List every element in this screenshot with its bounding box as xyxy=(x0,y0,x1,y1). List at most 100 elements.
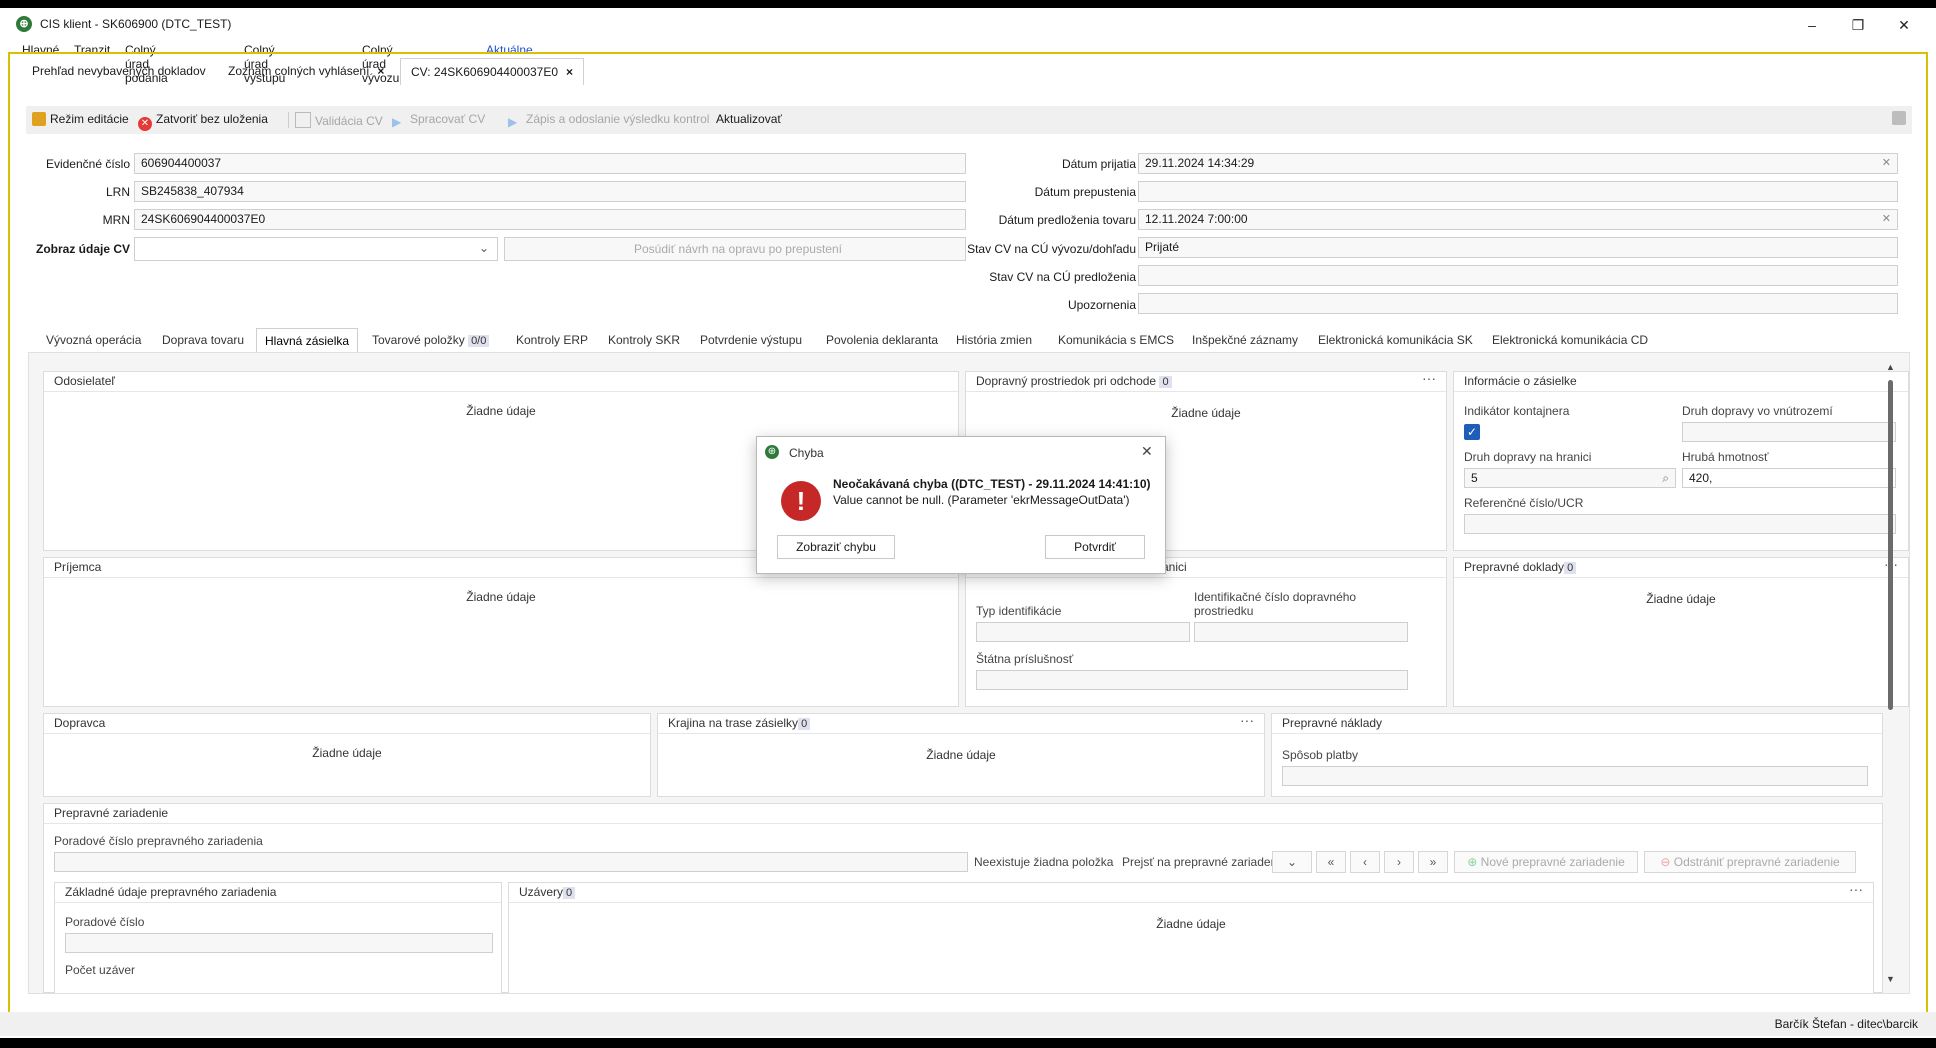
refresh-button[interactable]: Aktualizovať xyxy=(716,112,782,126)
cancel-icon: ✕ xyxy=(138,117,152,131)
tab-kontroly-skr[interactable]: Kontroly SKR xyxy=(600,328,688,352)
scroll-down-icon[interactable]: ▼ xyxy=(1886,974,1895,984)
label: Zápis a odoslanie výsledku kontrol xyxy=(526,112,710,126)
mrn-field[interactable]: 24SK606904400037E0 xyxy=(134,209,966,230)
inland-field[interactable] xyxy=(1682,422,1896,442)
panel-title: Základné údaje prepravného zariadenia xyxy=(55,883,501,903)
border-mode-field[interactable]: 5 ⌕ xyxy=(1464,468,1676,488)
process-button[interactable]: ▶ Spracovať CV xyxy=(392,112,485,129)
tab-elektronicka-komunikacia-cd[interactable]: Elektronická komunikácia CD xyxy=(1484,328,1656,352)
user-info: Barčík Štefan - ditec\barcik xyxy=(1774,1017,1918,1031)
count-badge: 0 xyxy=(1159,376,1172,388)
window-title: CIS klient - SK606900 (DTC_TEST) xyxy=(40,17,232,31)
transport-id-field[interactable] xyxy=(1194,622,1408,642)
presentation-field[interactable]: 12.11.2024 7:00:00 ✕ xyxy=(1138,209,1898,230)
more-icon[interactable]: ··· xyxy=(1849,880,1863,899)
maximize-button[interactable]: ❐ xyxy=(1838,12,1878,38)
close-no-save-button[interactable]: ✕ Zatvoriť bez uloženia xyxy=(138,112,268,131)
empty-text: Žiadne údaje xyxy=(466,404,536,418)
release-field[interactable] xyxy=(1138,181,1898,202)
write-send-button[interactable]: ▶ Zápis a odoslanie výsledku kontrol xyxy=(508,112,709,129)
dialog-close-icon[interactable]: ✕ xyxy=(1141,443,1153,460)
receiver-panel: Príjemca Žiadne údaje xyxy=(43,557,959,707)
lrn-field[interactable]: SB245838_407934 xyxy=(134,181,966,202)
status-pres-field[interactable] xyxy=(1138,265,1898,286)
tab-povolenia-deklaranta[interactable]: Povolenia deklaranta xyxy=(818,328,946,352)
carrier-panel: Dopravca Žiadne údaje xyxy=(43,713,651,797)
evid-field[interactable]: 606904400037 xyxy=(134,153,966,174)
more-icon[interactable]: ··· xyxy=(1422,369,1436,388)
remove-equipment-button[interactable]: ⊖ Odstrániť prepravné zariadenie xyxy=(1644,851,1856,873)
show-error-button[interactable]: Zobraziť chybu xyxy=(777,535,895,559)
equip-seq-field[interactable] xyxy=(54,852,968,872)
clear-icon[interactable]: ✕ xyxy=(1882,210,1891,229)
new-equipment-button[interactable]: ⊕ Nové prepravné zariadenie xyxy=(1454,851,1638,873)
container-label: Indikátor kontajnera xyxy=(1464,404,1570,418)
ucr-field[interactable] xyxy=(1464,514,1896,534)
type-id-field[interactable] xyxy=(976,622,1190,642)
panel-title: Prepravné náklady xyxy=(1272,714,1882,734)
play-icon: ▶ xyxy=(508,115,518,129)
gross-field[interactable]: 420, xyxy=(1682,468,1896,488)
assess-button[interactable]: Posúdiť návrh na opravu po prepustení xyxy=(504,237,966,261)
show-data-select[interactable]: ⌄ xyxy=(134,237,498,261)
label: Spracovať CV xyxy=(410,112,486,126)
scroll-up-icon[interactable]: ▲ xyxy=(1886,362,1895,372)
received-field[interactable]: 29.11.2024 14:34:29 ✕ xyxy=(1138,153,1898,174)
seals-count-label: Počet uzáver xyxy=(65,963,136,977)
show-data-label: Zobraz údaje CV xyxy=(35,242,130,256)
goto-select[interactable]: ⌄ xyxy=(1272,851,1312,873)
equip-seq-label: Poradové číslo prepravného zariadenia xyxy=(54,834,263,848)
tab-vyvozna-operacia[interactable]: Vývozná operácia xyxy=(38,328,149,352)
tab-label: Prehľad nevybavených dokladov xyxy=(32,64,206,78)
save-icon[interactable] xyxy=(1892,111,1906,125)
tab-doprava-tovaru[interactable]: Doprava tovaru xyxy=(154,328,252,352)
close-tab-icon[interactable]: × xyxy=(377,64,384,78)
chevron-left-icon: ‹ xyxy=(1363,855,1367,869)
seq-field[interactable] xyxy=(65,933,493,953)
container-checkbox[interactable]: ✓ xyxy=(1464,424,1480,440)
tab-kontroly-erp[interactable]: Kontroly ERP xyxy=(508,328,596,352)
last-button[interactable]: » xyxy=(1418,851,1448,873)
value: 29.11.2024 14:34:29 xyxy=(1145,156,1255,170)
panel-title: Odosielateľ xyxy=(44,372,958,392)
validate-button[interactable]: Validácia CV xyxy=(288,112,383,128)
ucr-label: Referenčné číslo/UCR xyxy=(1464,496,1584,510)
tab-elektronicka-komunikacia-sk[interactable]: Elektronická komunikácia SK xyxy=(1310,328,1481,352)
dialog-message: Value cannot be null. (Parameter 'ekrMes… xyxy=(833,493,1130,507)
label: Režim editácie xyxy=(50,112,129,126)
vertical-scrollbar[interactable]: ▲ ▼ xyxy=(1886,362,1895,986)
tab-potvrdenie-vystupu[interactable]: Potvrdenie výstupu xyxy=(692,328,810,352)
prev-button[interactable]: ‹ xyxy=(1350,851,1380,873)
next-button[interactable]: › xyxy=(1384,851,1414,873)
confirm-button[interactable]: Potvrdiť xyxy=(1045,535,1145,559)
minimize-button[interactable]: – xyxy=(1792,12,1832,38)
close-window-button[interactable]: ✕ xyxy=(1884,12,1924,38)
tab-tovarove-polozky[interactable]: Tovarové položky 0/0 xyxy=(364,328,497,352)
nationality-field[interactable] xyxy=(976,670,1408,690)
label-line: Identifikačné číslo dopravného xyxy=(1194,590,1357,604)
no-item-text: Neexistuje žiadna položka xyxy=(974,855,1114,869)
empty-text: Žiadne údaje xyxy=(312,746,382,760)
close-tab-icon[interactable]: × xyxy=(566,65,573,79)
clear-icon[interactable]: ✕ xyxy=(1882,154,1891,173)
tab-zoznam[interactable]: Zoznam colných vyhlásení × xyxy=(218,58,394,84)
scroll-thumb[interactable] xyxy=(1888,380,1893,710)
tab-cv-detail[interactable]: CV: 24SK606904400037E0 × xyxy=(400,58,585,85)
title-bar: ⊕ CIS klient - SK606900 (DTC_TEST) – ❐ ✕ xyxy=(0,8,1936,42)
edit-mode-button[interactable]: Režim editácie xyxy=(32,112,129,126)
transport-docs-panel: Prepravné doklady0··· Žiadne údaje xyxy=(1453,556,1909,707)
tab-hlavna-zasielka[interactable]: Hlavná zásielka xyxy=(256,328,359,353)
tab-historia-zmien[interactable]: História zmien xyxy=(948,328,1040,352)
search-icon[interactable]: ⌕ xyxy=(1662,469,1669,487)
warnings-field[interactable] xyxy=(1138,293,1898,314)
first-button[interactable]: « xyxy=(1316,851,1346,873)
more-icon[interactable]: ··· xyxy=(1240,711,1254,730)
panel-title: Informácie o zásielke xyxy=(1454,372,1908,392)
tab-komunikacia-emcs[interactable]: Komunikácia s EMCS xyxy=(1050,328,1182,352)
toolbar: Režim editácie ✕ Zatvoriť bez uloženia Va… xyxy=(26,106,1912,134)
payment-field[interactable] xyxy=(1282,766,1868,786)
status-export-field[interactable]: Prijaté xyxy=(1138,237,1898,258)
tab-prehlad[interactable]: Prehľad nevybavených dokladov xyxy=(22,58,216,84)
tab-inspekcne-zaznamy[interactable]: Inšpekčné záznamy xyxy=(1184,328,1306,352)
